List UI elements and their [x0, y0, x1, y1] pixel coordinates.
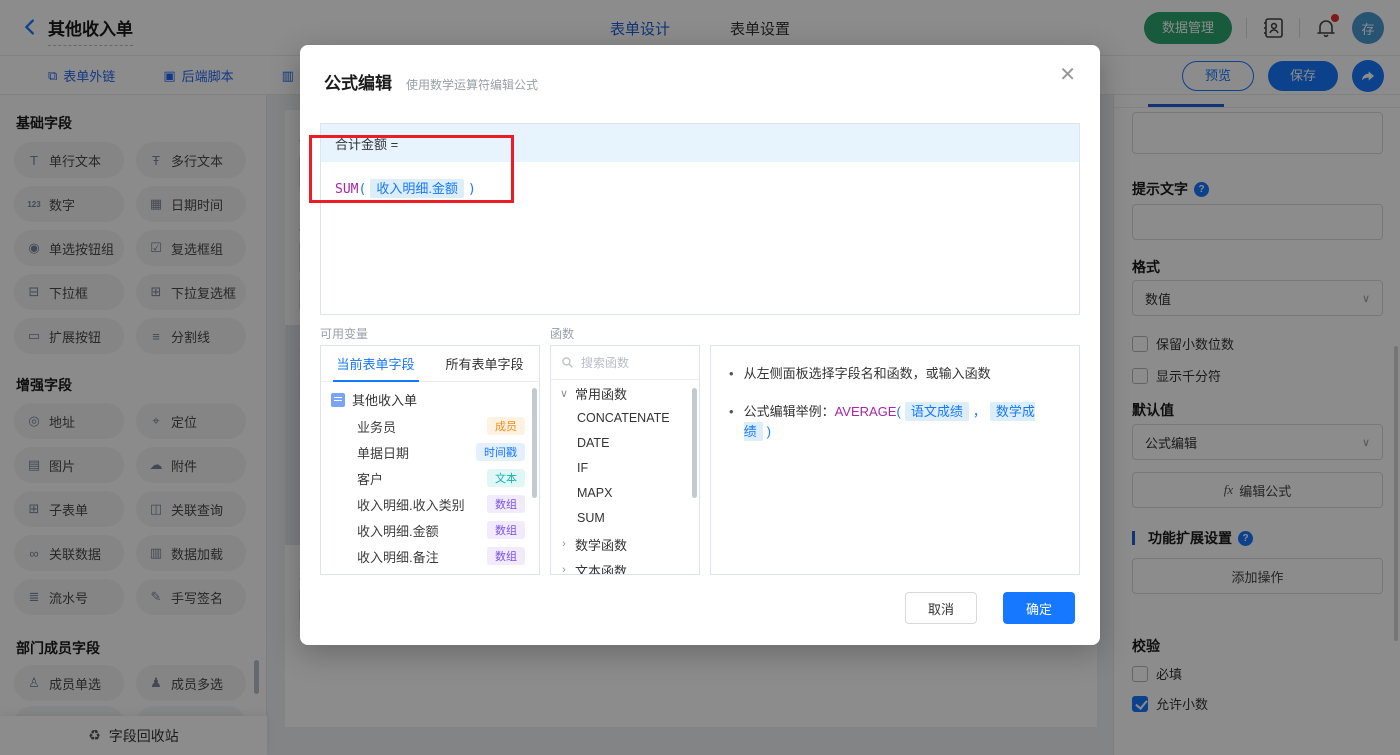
- function-group-text[interactable]: › 文本函数: [551, 557, 699, 575]
- variable-item[interactable]: 单据日期 时间戳: [321, 439, 539, 465]
- function-group-math[interactable]: › 数学函数: [551, 531, 699, 557]
- formula-edit-modal: 公式编辑 使用数学运算符编辑公式 ✕ 合计金额 = SUM(收入明细.金额) 可…: [300, 45, 1100, 645]
- function-token: SUM: [335, 182, 359, 197]
- field-chip[interactable]: 收入明细.金额: [370, 179, 464, 198]
- variables-panel: 当前表单字段 所有表单字段 其他收入单 业务员 成员 单据日期 时间戳 客户 文本 收…: [320, 345, 540, 575]
- search-icon: [561, 356, 574, 369]
- function-group-common[interactable]: ∨ 常用函数: [551, 380, 699, 406]
- hint-example-line: • 公式编辑举例：AVERAGE(语文成绩，数学成绩): [729, 402, 1035, 441]
- confirm-button[interactable]: 确定: [1003, 592, 1075, 624]
- variables-tree-root[interactable]: 其他收入单: [321, 382, 539, 413]
- hints-panel: • 从左侧面板选择字段名和函数，或输入函数 • 公式编辑举例：AVERAGE(语…: [710, 345, 1080, 575]
- tab-current-form-fields[interactable]: 当前表单字段: [321, 346, 430, 381]
- close-icon[interactable]: ✕: [1059, 65, 1076, 85]
- formula-editor[interactable]: 合计金额 = SUM(收入明细.金额): [320, 123, 1080, 315]
- type-badge: 数组: [487, 495, 525, 513]
- variable-item[interactable]: 收入明细.收入类别 数组: [321, 491, 539, 517]
- function-item[interactable]: IF: [551, 456, 699, 481]
- function-item[interactable]: MAPX: [551, 481, 699, 506]
- function-token: AVERAGE: [834, 404, 897, 419]
- variable-item[interactable]: 收入明细.备注 数组: [321, 543, 539, 569]
- hint-line: • 从左侧面板选择字段名和函数，或输入函数: [729, 366, 991, 381]
- type-badge: 成员: [487, 417, 525, 435]
- type-badge: 数组: [487, 521, 525, 539]
- tab-all-form-fields[interactable]: 所有表单字段: [430, 346, 539, 381]
- caret-right-icon: ›: [562, 538, 566, 550]
- formula-expression[interactable]: SUM(收入明细.金额): [321, 162, 1079, 213]
- type-badge: 时间戳: [476, 443, 525, 461]
- functions-panel: ∨常用函数 CONCATENATE DATE IF MAPX SUM ›数学函数…: [550, 345, 700, 575]
- function-item[interactable]: DATE: [551, 431, 699, 456]
- function-search-input[interactable]: [581, 355, 681, 370]
- functions-scrollbar[interactable]: [692, 388, 697, 498]
- variable-item[interactable]: 收入明细.金额 数组: [321, 517, 539, 543]
- function-item[interactable]: CONCATENATE: [551, 406, 699, 431]
- variables-scrollbar[interactable]: [532, 388, 537, 498]
- type-badge: 文本: [487, 469, 525, 487]
- function-item[interactable]: SUM: [551, 506, 699, 531]
- caret-right-icon: ›: [562, 564, 566, 575]
- function-search[interactable]: [551, 346, 699, 380]
- functions-label: 函数: [550, 327, 575, 341]
- modal-subtitle: 使用数学运算符编辑公式: [406, 78, 539, 92]
- cancel-button[interactable]: 取消: [905, 592, 977, 624]
- variables-label: 可用变量: [320, 327, 369, 341]
- variable-item[interactable]: 客户 文本: [321, 465, 539, 491]
- type-badge: 数组: [487, 547, 525, 565]
- modal-title: 公式编辑: [324, 74, 392, 93]
- field-chip: 语文成绩: [904, 402, 969, 421]
- document-icon: [331, 392, 345, 407]
- caret-down-icon: ∨: [559, 387, 569, 400]
- formula-target: 合计金额 =: [321, 124, 1079, 162]
- variable-item[interactable]: 业务员 成员: [321, 413, 539, 439]
